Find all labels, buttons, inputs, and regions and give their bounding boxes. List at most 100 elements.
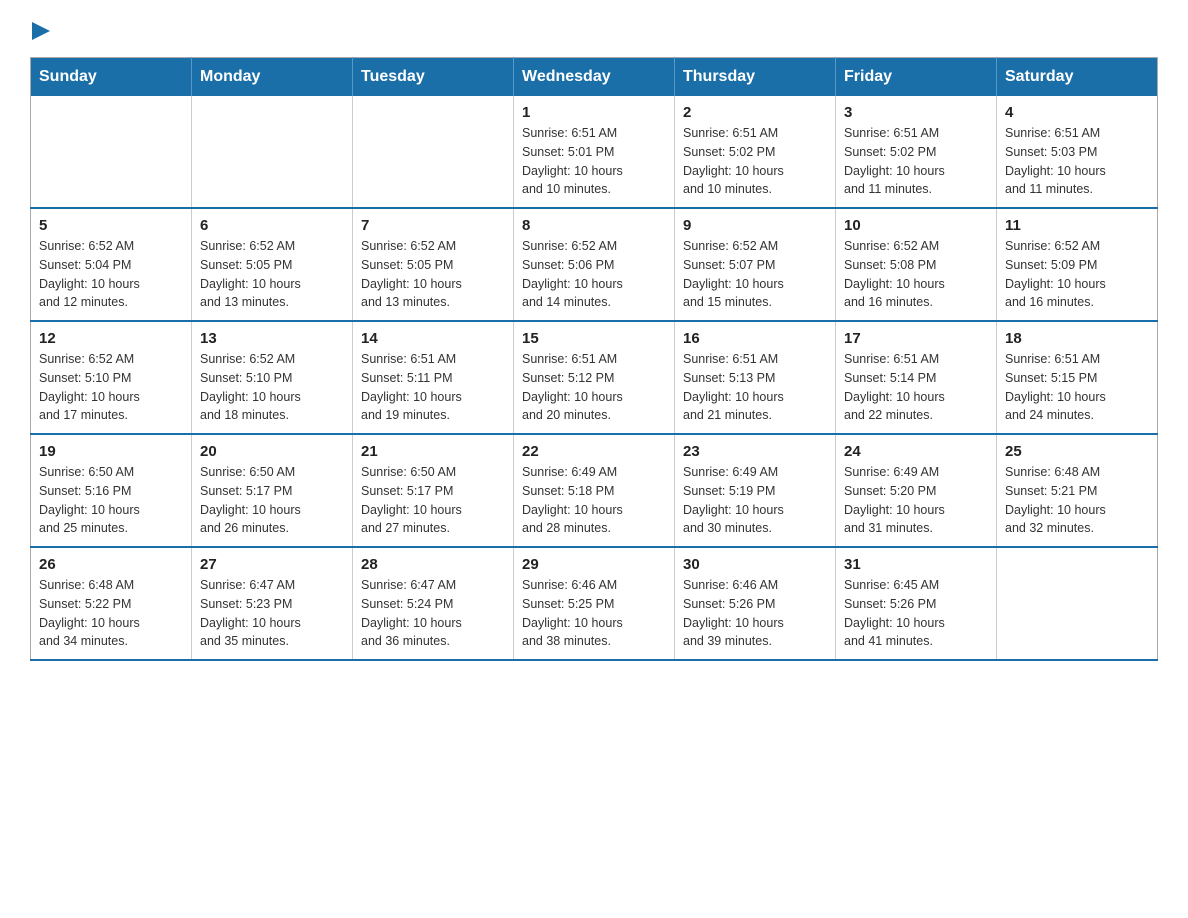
day-number: 1 (522, 104, 666, 121)
day-number: 6 (200, 217, 344, 234)
day-number: 7 (361, 217, 505, 234)
day-number: 2 (683, 104, 827, 121)
calendar-cell: 26Sunrise: 6:48 AMSunset: 5:22 PMDayligh… (31, 547, 192, 660)
day-number: 17 (844, 330, 988, 347)
calendar-cell: 31 Sunrise: 6:45 AMSunset: 5:26 PMDayligh… (836, 547, 997, 660)
day-info: Sunrise: 6:52 AMSunset: 5:09 PMDaylight:… (1005, 237, 1149, 312)
day-info: Sunrise: 6:48 AMSunset: 5:22 PMDaylight:… (39, 576, 183, 651)
day-number: 25 (1005, 443, 1149, 460)
day-number: 21 (361, 443, 505, 460)
day-info: Sunrise: 6:52 AMSunset: 5:06 PMDaylight:… (522, 237, 666, 312)
calendar-cell: 6 Sunrise: 6:52 AMSunset: 5:05 PMDaylight… (192, 208, 353, 321)
weekday-header-saturday: Saturday (997, 58, 1158, 97)
day-info: Sunrise: 6:49 AMSunset: 5:20 PMDaylight:… (844, 463, 988, 538)
calendar-week-3: 12 Sunrise: 6:52 AMSunset: 5:10 PMDayligh… (31, 321, 1158, 434)
calendar-cell: 29 Sunrise: 6:46 AMSunset: 5:25 PMDayligh… (514, 547, 675, 660)
calendar-week-2: 5 Sunrise: 6:52 AMSunset: 5:04 PMDaylight… (31, 208, 1158, 321)
calendar-cell: 27Sunrise: 6:47 AMSunset: 5:23 PMDayligh… (192, 547, 353, 660)
weekday-header-wednesday: Wednesday (514, 58, 675, 97)
calendar-cell: 21 Sunrise: 6:50 AMSunset: 5:17 PMDayligh… (353, 434, 514, 547)
calendar-cell: 2 Sunrise: 6:51 AMSunset: 5:02 PMDaylight… (675, 96, 836, 208)
calendar-cell: 13 Sunrise: 6:52 AMSunset: 5:10 PMDayligh… (192, 321, 353, 434)
calendar-cell: 17 Sunrise: 6:51 AMSunset: 5:14 PMDayligh… (836, 321, 997, 434)
day-info: Sunrise: 6:51 AMSunset: 5:03 PMDaylight:… (1005, 124, 1149, 199)
day-number: 15 (522, 330, 666, 347)
logo (30, 20, 50, 39)
calendar-cell: 3 Sunrise: 6:51 AMSunset: 5:02 PMDaylight… (836, 96, 997, 208)
calendar-cell: 19Sunrise: 6:50 AMSunset: 5:16 PMDayligh… (31, 434, 192, 547)
day-info: Sunrise: 6:51 AMSunset: 5:12 PMDaylight:… (522, 350, 666, 425)
day-number: 3 (844, 104, 988, 121)
day-number: 16 (683, 330, 827, 347)
day-number: 5 (39, 217, 183, 234)
day-info: Sunrise: 6:49 AMSunset: 5:19 PMDaylight:… (683, 463, 827, 538)
day-number: 27 (200, 556, 344, 573)
calendar-header: SundayMondayTuesdayWednesdayThursdayFrid… (31, 58, 1158, 97)
calendar-cell (31, 96, 192, 208)
day-number: 29 (522, 556, 666, 573)
day-info: Sunrise: 6:52 AMSunset: 5:05 PMDaylight:… (361, 237, 505, 312)
day-info: Sunrise: 6:50 AMSunset: 5:17 PMDaylight:… (361, 463, 505, 538)
day-info: Sunrise: 6:52 AMSunset: 5:05 PMDaylight:… (200, 237, 344, 312)
day-info: Sunrise: 6:46 AMSunset: 5:25 PMDaylight:… (522, 576, 666, 651)
day-info: Sunrise: 6:52 AMSunset: 5:10 PMDaylight:… (200, 350, 344, 425)
page-header (30, 20, 1158, 39)
day-number: 31 (844, 556, 988, 573)
day-info: Sunrise: 6:51 AMSunset: 5:14 PMDaylight:… (844, 350, 988, 425)
calendar-body: 1Sunrise: 6:51 AMSunset: 5:01 PMDaylight… (31, 96, 1158, 660)
day-info: Sunrise: 6:49 AMSunset: 5:18 PMDaylight:… (522, 463, 666, 538)
calendar-cell (192, 96, 353, 208)
calendar-cell (997, 547, 1158, 660)
day-info: Sunrise: 6:52 AMSunset: 5:07 PMDaylight:… (683, 237, 827, 312)
calendar-cell: 9 Sunrise: 6:52 AMSunset: 5:07 PMDaylight… (675, 208, 836, 321)
calendar-cell: 18 Sunrise: 6:51 AMSunset: 5:15 PMDayligh… (997, 321, 1158, 434)
day-number: 14 (361, 330, 505, 347)
calendar-cell: 14 Sunrise: 6:51 AMSunset: 5:11 PMDayligh… (353, 321, 514, 434)
calendar-cell: 7 Sunrise: 6:52 AMSunset: 5:05 PMDaylight… (353, 208, 514, 321)
calendar-cell: 23Sunrise: 6:49 AMSunset: 5:19 PMDayligh… (675, 434, 836, 547)
logo-arrow-icon (32, 22, 50, 40)
day-number: 28 (361, 556, 505, 573)
day-info: Sunrise: 6:51 AMSunset: 5:11 PMDaylight:… (361, 350, 505, 425)
calendar-cell: 15 Sunrise: 6:51 AMSunset: 5:12 PMDayligh… (514, 321, 675, 434)
calendar-cell: 1Sunrise: 6:51 AMSunset: 5:01 PMDaylight… (514, 96, 675, 208)
day-number: 9 (683, 217, 827, 234)
calendar-cell: 16 Sunrise: 6:51 AMSunset: 5:13 PMDayligh… (675, 321, 836, 434)
calendar-cell: 11 Sunrise: 6:52 AMSunset: 5:09 PMDayligh… (997, 208, 1158, 321)
day-info: Sunrise: 6:51 AMSunset: 5:15 PMDaylight:… (1005, 350, 1149, 425)
calendar-cell: 5 Sunrise: 6:52 AMSunset: 5:04 PMDaylight… (31, 208, 192, 321)
day-number: 30 (683, 556, 827, 573)
weekday-header-thursday: Thursday (675, 58, 836, 97)
calendar-cell: 12 Sunrise: 6:52 AMSunset: 5:10 PMDayligh… (31, 321, 192, 434)
day-number: 20 (200, 443, 344, 460)
calendar-cell: 20 Sunrise: 6:50 AMSunset: 5:17 PMDayligh… (192, 434, 353, 547)
day-number: 19 (39, 443, 183, 460)
day-info: Sunrise: 6:52 AMSunset: 5:10 PMDaylight:… (39, 350, 183, 425)
day-number: 10 (844, 217, 988, 234)
calendar-cell: 25Sunrise: 6:48 AMSunset: 5:21 PMDayligh… (997, 434, 1158, 547)
weekday-header-row: SundayMondayTuesdayWednesdayThursdayFrid… (31, 58, 1158, 97)
day-info: Sunrise: 6:52 AMSunset: 5:08 PMDaylight:… (844, 237, 988, 312)
day-number: 11 (1005, 217, 1149, 234)
day-info: Sunrise: 6:45 AMSunset: 5:26 PMDaylight:… (844, 576, 988, 651)
calendar-cell: 8 Sunrise: 6:52 AMSunset: 5:06 PMDaylight… (514, 208, 675, 321)
day-info: Sunrise: 6:51 AMSunset: 5:13 PMDaylight:… (683, 350, 827, 425)
day-number: 8 (522, 217, 666, 234)
day-info: Sunrise: 6:51 AMSunset: 5:02 PMDaylight:… (683, 124, 827, 199)
day-number: 4 (1005, 104, 1149, 121)
day-info: Sunrise: 6:51 AMSunset: 5:02 PMDaylight:… (844, 124, 988, 199)
day-number: 18 (1005, 330, 1149, 347)
day-number: 13 (200, 330, 344, 347)
calendar-cell (353, 96, 514, 208)
day-number: 12 (39, 330, 183, 347)
calendar-week-4: 19Sunrise: 6:50 AMSunset: 5:16 PMDayligh… (31, 434, 1158, 547)
day-info: Sunrise: 6:52 AMSunset: 5:04 PMDaylight:… (39, 237, 183, 312)
calendar-cell: 28 Sunrise: 6:47 AMSunset: 5:24 PMDayligh… (353, 547, 514, 660)
weekday-header-tuesday: Tuesday (353, 58, 514, 97)
day-number: 22 (522, 443, 666, 460)
day-info: Sunrise: 6:50 AMSunset: 5:17 PMDaylight:… (200, 463, 344, 538)
day-info: Sunrise: 6:47 AMSunset: 5:24 PMDaylight:… (361, 576, 505, 651)
calendar-cell: 30Sunrise: 6:46 AMSunset: 5:26 PMDayligh… (675, 547, 836, 660)
calendar-week-1: 1Sunrise: 6:51 AMSunset: 5:01 PMDaylight… (31, 96, 1158, 208)
weekday-header-friday: Friday (836, 58, 997, 97)
